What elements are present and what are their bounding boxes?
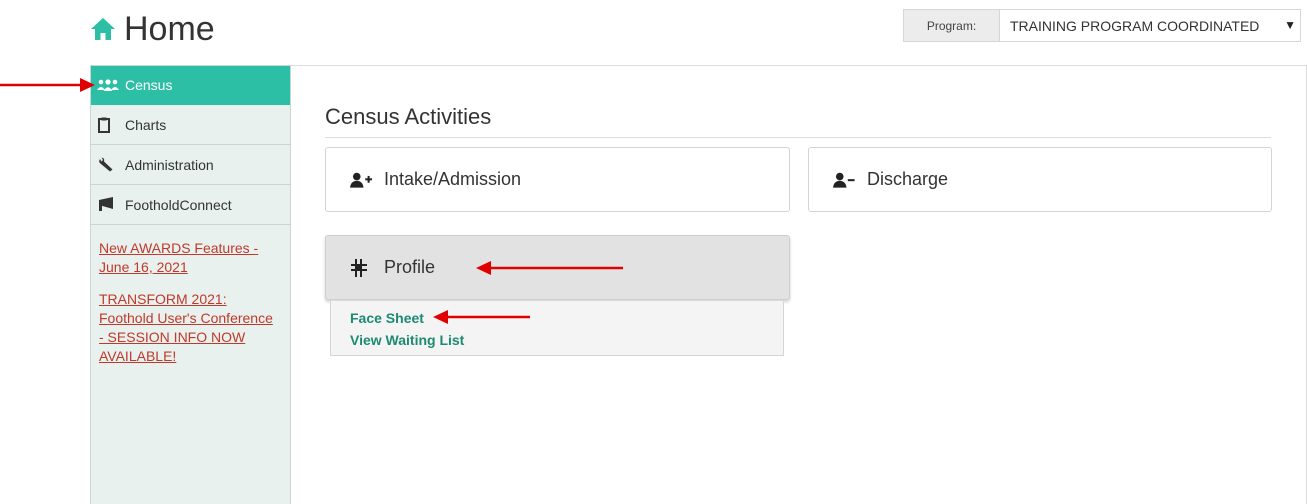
home-icon — [91, 18, 115, 40]
card-label: Profile — [384, 257, 436, 277]
program-label: Program: — [904, 10, 1000, 41]
annotation-arrow-census — [0, 78, 95, 92]
annotation-arrow-face-sheet — [433, 310, 530, 324]
sidebar-item-label: Census — [125, 77, 173, 93]
clipboard-icon — [97, 117, 125, 133]
discharge-card[interactable]: Discharge — [808, 147, 1272, 212]
sidebar: Census Charts Administration FootholdCon… — [90, 65, 291, 504]
page-header: Home — [90, 8, 215, 50]
users-icon — [97, 79, 125, 91]
view-waiting-list-link[interactable]: View Waiting List — [350, 329, 783, 351]
sidebar-item-label: Administration — [125, 156, 214, 173]
program-select[interactable]: TRAINING PROGRAM COORDINATED ▼ — [1000, 10, 1300, 41]
sidebar-item-charts[interactable]: Charts — [91, 105, 290, 145]
card-label: Intake/Admission — [384, 169, 522, 189]
dropdown-caret-icon[interactable]: ▼ — [1284, 18, 1296, 32]
megaphone-icon — [97, 196, 125, 213]
user-minus-icon — [833, 171, 855, 189]
face-sheet-link[interactable]: Face Sheet — [350, 307, 783, 329]
program-value: TRAINING PROGRAM COORDINATED — [1010, 17, 1260, 34]
news-link-transform[interactable]: TRANSFORM 2021: Foothold User's Conferen… — [99, 290, 280, 366]
sidebar-item-footholdconnect[interactable]: FootholdConnect — [91, 185, 290, 225]
intake-admission-card[interactable]: Intake/Admission — [325, 147, 790, 212]
annotation-arrow-profile — [476, 261, 623, 275]
wrench-icon — [97, 157, 125, 173]
sidebar-item-administration[interactable]: Administration — [91, 145, 290, 185]
section-divider — [325, 137, 1271, 138]
news-links: New AWARDS Features - June 16, 2021 TRAN… — [91, 225, 290, 366]
sidebar-item-census[interactable]: Census — [91, 66, 290, 105]
card-label: Discharge — [867, 169, 949, 189]
profile-icon — [350, 258, 372, 277]
news-link-awards[interactable]: New AWARDS Features - June 16, 2021 — [99, 239, 280, 277]
section-title: Census Activities — [325, 104, 492, 129]
sidebar-item-label: Charts — [125, 116, 167, 133]
page-title: Home — [124, 10, 215, 48]
program-selector: Program: TRAINING PROGRAM COORDINATED ▼ — [903, 9, 1301, 42]
user-plus-icon — [350, 171, 372, 189]
profile-submenu: Face Sheet View Waiting List — [330, 301, 784, 356]
sidebar-item-label: FootholdConnect — [125, 196, 232, 213]
